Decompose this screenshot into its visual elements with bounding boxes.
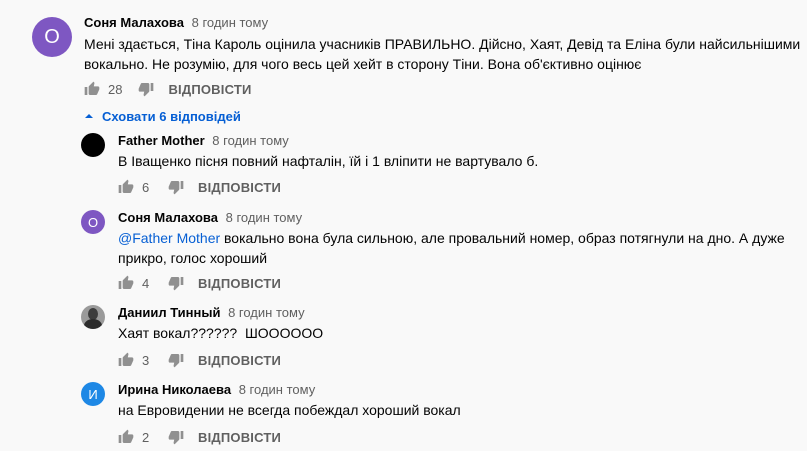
comment-author[interactable]: Соня Малахова [84, 15, 184, 30]
like-count: 6 [142, 179, 150, 195]
dislike-icon[interactable] [168, 179, 184, 195]
comment-author[interactable]: Соня Малахова [118, 210, 218, 225]
avatar[interactable]: О [32, 17, 72, 57]
like-icon[interactable] [118, 352, 134, 368]
comment-time[interactable]: 8 годин тому [192, 15, 269, 30]
avatar-letter: О [44, 25, 60, 48]
avatar-letter: И [88, 386, 98, 402]
dislike-icon[interactable] [168, 352, 184, 368]
comment-text-line: @Father Mother вокально вона була сильно… [118, 228, 785, 248]
comment-text: @Father Mother вокально вона була сильно… [118, 228, 785, 268]
comment-text: Мені здається, Тіна Кароль оцінила учасн… [84, 34, 800, 74]
like-count: 28 [108, 81, 123, 97]
comment-author[interactable]: Father Mother [118, 133, 205, 148]
comment-header: Соня Малахова 8 годин тому [84, 15, 268, 30]
dislike-icon[interactable] [168, 429, 184, 445]
comment-actions: 6 ВІДПОВІСТИ [118, 177, 281, 197]
avatar[interactable]: И [81, 382, 105, 406]
comment-actions: 4 ВІДПОВІСТИ [118, 273, 281, 293]
like-icon[interactable] [118, 275, 134, 291]
comment-text-line: Мені здається, Тіна Кароль оцінила учасн… [84, 36, 801, 52]
comment-author[interactable]: Ирина Николаева [118, 382, 231, 397]
comment-time[interactable]: 8 годин тому [239, 382, 316, 397]
like-icon[interactable] [118, 179, 134, 195]
comment-actions: 28 ВІДПОВІСТИ [84, 79, 252, 99]
comment-text-line: прикро, голос хороший [118, 250, 268, 266]
comment-actions: 2 ВІДПОВІСТИ [118, 427, 281, 447]
comment-text: на Евровидении не всегда побеждал хороши… [118, 402, 461, 418]
comment-text-line: вокально. Не розумію, для чого весь цей … [84, 56, 642, 72]
hide-replies-button[interactable]: Сховати 6 відповідей [84, 106, 241, 126]
like-count: 4 [142, 275, 150, 291]
comment-author[interactable]: Даниил Тинный [118, 305, 220, 320]
comment-header: Ирина Николаева 8 годин тому [118, 382, 315, 397]
comment-text-fragment: вокально вона була сильною, але провальн… [220, 230, 785, 246]
comment-actions: 3 ВІДПОВІСТИ [118, 350, 281, 370]
reply-button[interactable]: ВІДПОВІСТИ [198, 276, 281, 291]
comment-header: Даниил Тинный 8 годин тому [118, 305, 305, 320]
reply-button[interactable]: ВІДПОВІСТИ [168, 82, 251, 97]
comment-text: В Іващенко пісня повний нафталін, їй і 1… [118, 153, 539, 169]
comment-text: Хаят вокал?????? ШОООООО [118, 325, 324, 341]
hide-replies-label: Сховати 6 відповідей [102, 108, 241, 124]
comment-header: Father Mother 8 годин тому [118, 133, 289, 148]
avatar[interactable] [81, 305, 105, 329]
reply-button[interactable]: ВІДПОВІСТИ [198, 180, 281, 195]
reply-button[interactable]: ВІДПОВІСТИ [198, 353, 281, 368]
like-icon[interactable] [118, 429, 134, 445]
comment-header: Соня Малахова 8 годин тому [118, 210, 302, 225]
dislike-icon[interactable] [168, 275, 184, 291]
avatar[interactable]: О [81, 210, 105, 234]
avatar[interactable] [81, 133, 105, 157]
reply-button[interactable]: ВІДПОВІСТИ [198, 430, 281, 445]
like-count: 2 [142, 429, 150, 445]
like-count: 3 [142, 352, 150, 368]
dislike-icon[interactable] [138, 81, 154, 97]
avatar-photo-body [84, 319, 102, 329]
mention-link[interactable]: @Father Mother [118, 230, 220, 246]
comment-time[interactable]: 8 годин тому [212, 133, 289, 148]
like-icon[interactable] [84, 81, 100, 97]
comment-time[interactable]: 8 годин тому [226, 210, 303, 225]
comment-time[interactable]: 8 годин тому [228, 305, 305, 320]
chevron-up-icon [84, 109, 94, 124]
avatar-letter: О [87, 214, 99, 230]
